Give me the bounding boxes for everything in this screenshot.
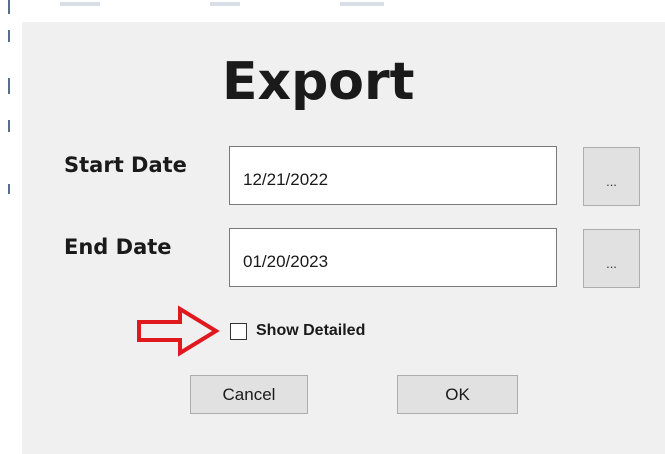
background-blur (340, 2, 384, 6)
start-date-label: Start Date (64, 153, 187, 177)
cancel-button[interactable]: Cancel (190, 375, 308, 414)
ok-button[interactable]: OK (397, 375, 518, 414)
checkbox-box[interactable] (230, 322, 247, 340)
window-top-strip (0, 0, 665, 8)
window-left-edge (0, 0, 10, 454)
show-detailed-checkbox[interactable]: Show Detailed (230, 320, 365, 342)
end-date-label: End Date (64, 235, 172, 259)
start-date-input[interactable] (229, 146, 557, 205)
right-arrow-icon (137, 305, 220, 357)
end-date-input[interactable] (229, 228, 557, 287)
edge-mark (8, 184, 10, 194)
background-blur (210, 2, 240, 6)
edge-mark (8, 120, 10, 132)
edge-mark (8, 0, 10, 14)
edge-mark (8, 30, 10, 42)
background-blur (60, 2, 100, 6)
show-detailed-label: Show Detailed (256, 322, 366, 339)
edge-mark (8, 78, 10, 94)
end-date-picker-button[interactable]: ... (583, 229, 640, 288)
start-date-picker-button[interactable]: ... (583, 147, 640, 206)
dialog-title: Export (222, 52, 415, 112)
